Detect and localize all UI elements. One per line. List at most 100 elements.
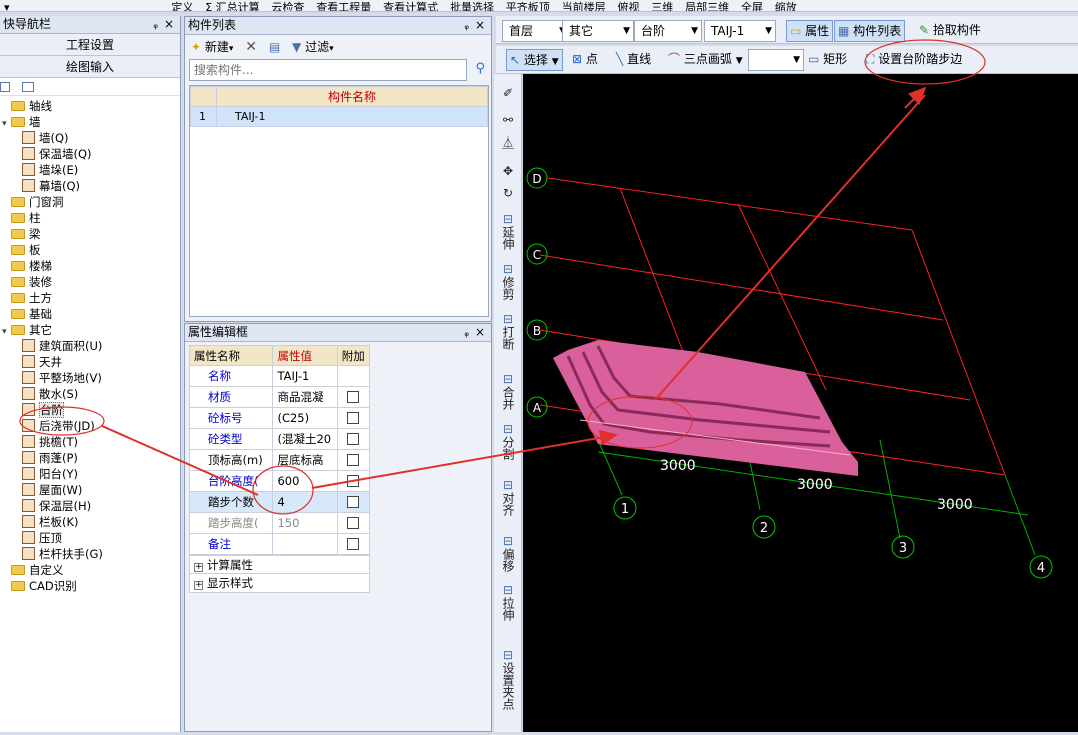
expand-icon[interactable]: + [194,581,203,590]
toolbar-item[interactable]: 定义 [167,2,197,11]
vertical-tool-button[interactable]: ⊟ 偏移 [496,534,520,572]
toolbar-item[interactable]: 缩放 [771,2,801,11]
tree-item[interactable]: 自定义 [0,562,180,578]
toolbar-item[interactable]: 当前楼层 [558,2,610,11]
property-value[interactable]: 150 [272,512,338,534]
vertical-tool-button[interactable]: ⊟ 修剪 [496,262,520,300]
close-icon[interactable]: × [475,17,485,34]
expand-icon[interactable]: + [194,563,203,572]
tree-item[interactable]: 后浇带(JD) [0,418,180,434]
extra-checkbox[interactable] [347,538,360,550]
floor-select[interactable]: 首层▼ [502,20,570,42]
tree-item[interactable]: 幕墙(Q) [0,178,180,194]
property-value[interactable]: TAIJ-1 [272,365,338,387]
toolbar-item[interactable]: 云检查 [267,2,308,11]
tree-item[interactable]: 墙垛(E) [0,162,180,178]
toolbar-item[interactable]: Σ 汇总计算 [201,2,263,11]
new-button[interactable]: 新建 [205,40,229,54]
vertical-tool-button[interactable]: ⊟ 打断 [496,312,520,350]
vertical-tool-button[interactable]: ⊟ 延伸 [496,212,520,250]
tree-item[interactable]: 台阶 [0,402,180,418]
tree-item[interactable]: 雨蓬(P) [0,450,180,466]
type-select[interactable]: 台阶 ▼ [634,20,702,42]
line-button[interactable]: ╲ 直线 [616,49,651,71]
point-button[interactable]: ⊠ 点 [572,49,598,71]
property-row[interactable]: 台阶高度(600 [188,470,371,492]
tree-item[interactable]: 栏杆扶手(G) [0,546,180,562]
property-value[interactable]: (混凝土20 [272,428,338,450]
toolbar-item[interactable]: 查看计算式 [379,2,442,11]
tree-item[interactable]: 墙(Q) [0,130,180,146]
pin-icon[interactable]: ᵩ [464,324,469,341]
arc-mode-select[interactable]: ▼ [748,49,804,71]
filter-button[interactable]: 过滤 [305,40,329,54]
toolbar-item[interactable]: 查看工程量 [312,2,375,11]
component-name-cell[interactable]: TAIJ-1 [216,106,488,127]
tree-item[interactable]: 土方 [0,290,180,306]
select-button[interactable]: ↖ 选择 ▼ [506,49,563,71]
drawing-input-button[interactable]: 绘图输入 [0,56,180,78]
toolbar-item[interactable]: 批量选择 [446,2,498,11]
project-settings-button[interactable]: 工程设置 [0,34,180,56]
toolbar-item[interactable]: 平齐板顶 [502,2,554,11]
component-list-button[interactable]: ▦ 构件列表 [834,20,906,42]
pin-icon[interactable]: ᵩ [153,16,158,33]
move-icon[interactable]: ✥ [496,164,520,178]
drawing-canvas[interactable]: D C B A 1 2 3 4 3000 3000 3000 [523,74,1078,732]
property-value[interactable]: 600 [272,470,338,492]
tree-item[interactable]: 栏板(K) [0,514,180,530]
property-value[interactable]: 层底标高 [272,449,338,471]
property-row[interactable]: 踏步个数 4 [188,491,371,513]
toolbar-item[interactable]: 局部三维 [681,2,733,11]
properties-button[interactable]: ▭ 属性 [786,20,834,42]
tree-item[interactable]: 保温墙(Q) [0,146,180,162]
rectangle-button[interactable]: ▭ 矩形 [808,49,847,71]
property-value[interactable]: 商品混凝 [272,386,338,408]
property-row[interactable]: 材质 商品混凝 [188,386,371,408]
close-icon[interactable]: × [475,324,485,341]
tree-item[interactable]: CAD识别 [0,578,180,594]
collapse-all-icon[interactable] [21,82,34,92]
pick-component-button[interactable]: ✎ 拾取构件 [916,20,984,42]
extra-checkbox[interactable] [347,517,360,529]
property-row[interactable]: 名称 TAIJ-1 [188,365,371,387]
extra-checkbox[interactable] [347,496,360,508]
tree-item[interactable]: 梁 [0,226,180,242]
pen-icon[interactable]: ✐ [496,86,520,100]
extra-checkbox[interactable] [347,391,360,403]
extra-checkbox[interactable] [347,475,360,487]
tree-item[interactable]: 柱 [0,210,180,226]
property-row[interactable]: 踏步高度(150 [188,512,371,534]
category-select[interactable]: 其它 ▼ [562,20,634,42]
extra-checkbox[interactable] [347,454,360,466]
property-row[interactable]: 备注 [188,533,371,555]
set-step-edge-button[interactable]: ⛶ 设置台阶踏步边 [866,49,962,71]
property-row[interactable]: 顶标高(m) 层底标高 [188,449,371,471]
tree-item[interactable]: 楼梯 [0,258,180,274]
vertical-tool-button[interactable]: ⊟ 设置夹点 [496,648,520,710]
property-value[interactable] [272,533,338,555]
component-select[interactable]: TAIJ-1 ▼ [704,20,776,42]
property-value[interactable]: 4 [272,491,338,513]
vertical-tool-button[interactable]: ⊟ 分割 [496,422,520,460]
expand-all-icon[interactable] [0,82,10,92]
tree-item[interactable]: 建筑面积(U) [0,338,180,354]
display-style-group[interactable]: + 显示样式 [189,574,370,593]
tree-item[interactable]: 挑檐(T) [0,434,180,450]
component-search-input[interactable] [189,59,467,81]
tree-item[interactable]: 压顶 [0,530,180,546]
toolbar-item[interactable]: 全屏 [737,2,767,11]
pin-icon[interactable]: ᵩ [464,17,469,34]
table-row[interactable]: 1 TAIJ-1 [190,106,488,127]
tree-item[interactable]: 阳台(Y) [0,466,180,482]
tree-item[interactable]: 保温层(H) [0,498,180,514]
arc-button[interactable]: ⌒ 三点画弧 ▼ [668,49,743,71]
toolbar-item[interactable]: 三维 [647,2,677,11]
tree-item[interactable]: 屋面(W) [0,482,180,498]
rotate-icon[interactable]: ↻ [496,186,520,200]
copy-icon[interactable]: ▤ [269,40,280,54]
close-icon[interactable]: × [164,16,174,33]
tree-item[interactable]: ▾ 墙 [0,114,180,130]
tree-item[interactable]: 天井 [0,354,180,370]
tree-item[interactable]: 门窗洞 [0,194,180,210]
